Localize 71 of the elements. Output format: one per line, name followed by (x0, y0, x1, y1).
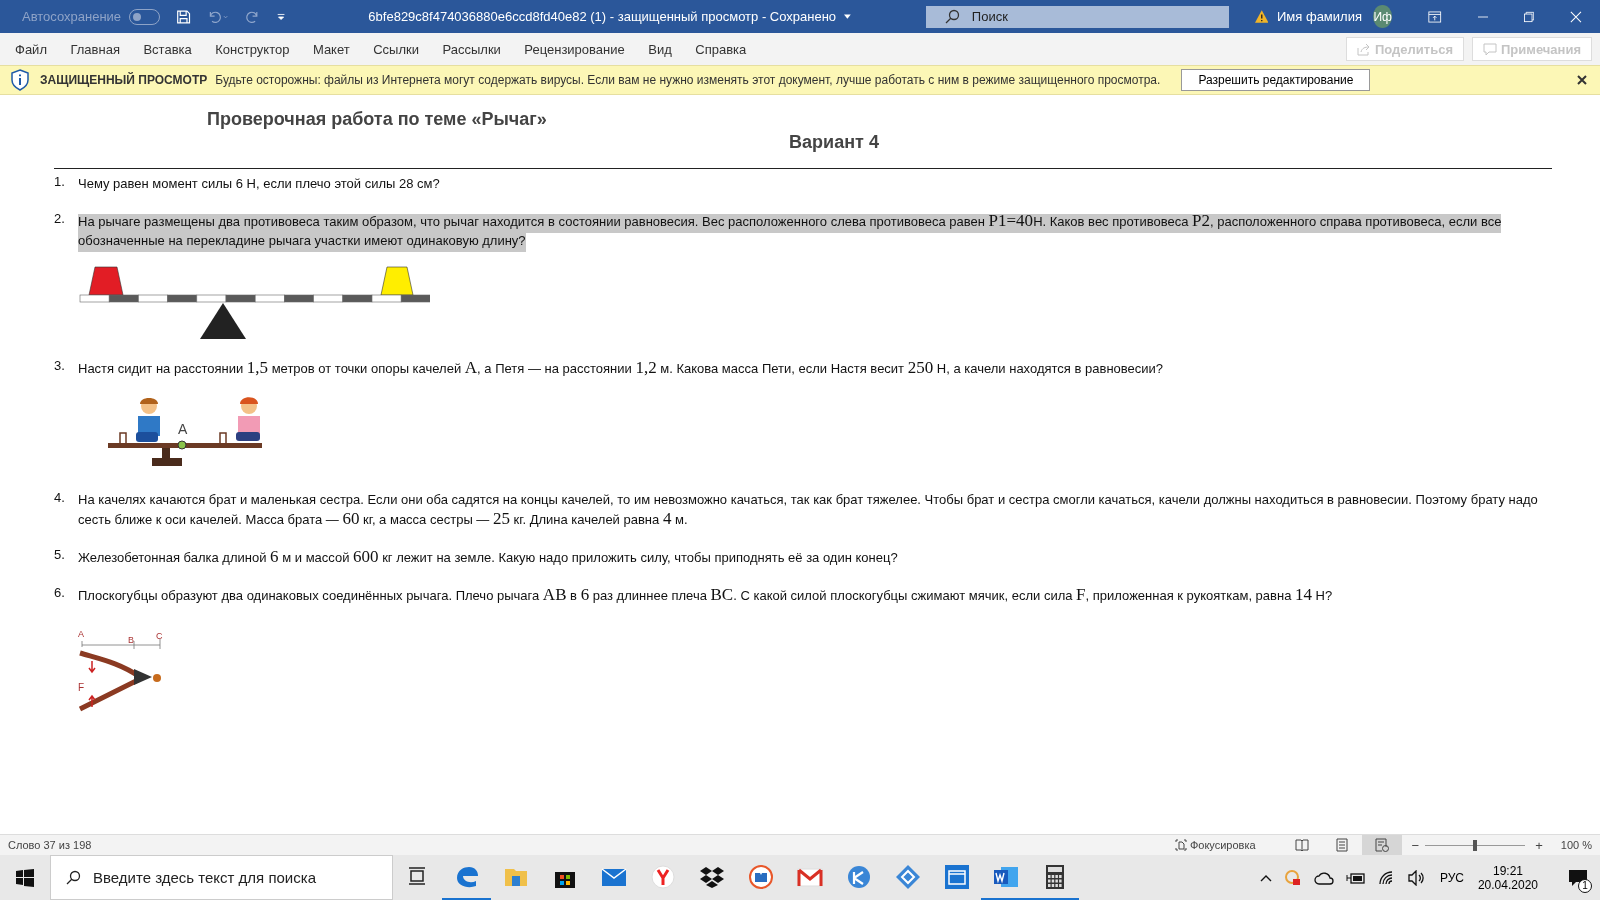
question-number: 4. (54, 490, 66, 507)
restore-icon[interactable] (1524, 10, 1535, 23)
ribbon-tab[interactable]: Вид (638, 37, 682, 61)
question-text: Настя сидит на расстоянии 1,5 метров от точки опоры качелей A, а Петя — на расстоянии 1,2 м. Какова масса Пети, если Настя весит 250 Н, а качели находятся в равновесии? (78, 358, 1165, 378)
question-number: 2. (54, 211, 66, 228)
focus-icon (1174, 839, 1187, 851)
document-subtitle: Вариант 4 (788, 132, 880, 153)
close-icon[interactable] (1577, 75, 1587, 85)
question-number: 5. (54, 547, 66, 564)
ribbon-tab[interactable]: Вставка (133, 37, 202, 61)
ribbon-tab[interactable]: Главная (60, 37, 130, 61)
save-icon[interactable] (175, 7, 192, 26)
document-title: Проверочная работа по теме «Рычаг» (207, 109, 548, 130)
question-number: 1. (54, 174, 66, 191)
notifications-button[interactable]: 1 (1556, 855, 1600, 900)
protected-view-title: ЗАЩИЩЕННЫЙ ПРОСМОТР (40, 73, 208, 87)
ribbon-display-icon[interactable] (1428, 9, 1442, 24)
web-layout-button[interactable] (1361, 835, 1402, 855)
search-field[interactable]: Поиск (925, 5, 1229, 28)
window-title: 6bfe829c8f474036880e6ccd8fd40e82 (1) - защищенный просмотр - Сохранено (368, 9, 837, 24)
zoom-in-button[interactable]: + (1535, 837, 1543, 853)
cloud-icon[interactable] (1313, 870, 1334, 885)
ribbon-tab[interactable]: Рассылки (432, 37, 511, 61)
info-shield-icon (10, 69, 30, 91)
question-text: Плоскогубцы образуют два одинаковых соединённых рычага. Плечо рычага AB в 6 раз длиннее плеча BC. С какой силой плоскогубцы сжимают мячик, если сила F, приложенная к рукояткам, равна 14 Н? (78, 585, 1334, 605)
language-indicator[interactable]: РУС (1439, 870, 1464, 885)
ribbon-tab[interactable]: Рецензирование (514, 37, 635, 61)
speaker-icon[interactable] (1407, 869, 1426, 886)
yandex-icon (649, 863, 676, 890)
book-icon (747, 863, 774, 890)
search-icon (65, 869, 81, 886)
ribbon-tab[interactable]: Файл (5, 37, 57, 61)
ribbon-tab[interactable]: Ссылки (363, 37, 429, 61)
user-name[interactable]: Имя фамилия (1277, 9, 1362, 24)
protected-view-message: Будьте осторожны: файлы из Интернета могут содержать вирусы. Если вам не нужно изменять этот документ, лучше работать с ним в режиме защищенного просмотра. (215, 73, 1161, 87)
ribbon-tab[interactable]: Макет (302, 37, 360, 61)
focus-button[interactable]: Фокусировка (1168, 838, 1262, 852)
page-icon (1335, 838, 1348, 852)
enable-editing-button[interactable]: Разрешить редактирование (1181, 69, 1371, 91)
seesaw-drawing: A (92, 392, 262, 472)
pliers-drawing: A B C F (78, 627, 168, 713)
zoom-out-button[interactable]: − (1411, 837, 1420, 853)
zoom-percent[interactable]: 100 % (1560, 839, 1592, 851)
book-icon (1294, 839, 1309, 851)
warning-icon (1254, 9, 1268, 24)
zoom-slider[interactable] (1425, 839, 1526, 851)
diamond-icon (894, 863, 921, 890)
question-number: 6. (54, 585, 66, 602)
window-icon (943, 863, 970, 890)
security-icon[interactable] (1283, 868, 1302, 887)
question-text: На качелях качаются брат и маленькая сестра. Если они оба садятся на концы качелей, то им невозможно качаться, так как брат тяжелее. Чтобы брат и сестра смогли качаться, качели должны находиться в равновесии. Поэтому брату надо сесть ближе к оси качелей. Масса брата — 60 кг, а масса сестры — 25 кг. Длина качелей равна 4 м. (78, 491, 1539, 529)
web-page-icon (1374, 838, 1389, 852)
share-icon (1356, 42, 1371, 56)
autosave-label: Автосохранение (22, 9, 122, 24)
word-count[interactable]: Слово 37 из 198 (8, 839, 92, 851)
comment-icon (1483, 42, 1497, 56)
question-text: Железобетонная балка длиной 6 м и массой 600 кг лежит на земле. Какую надо приложить силу, чтобы приподнять её за один конец? (78, 547, 899, 567)
start-icon[interactable] (16, 868, 34, 887)
user-avatar[interactable]: Иф (1372, 5, 1393, 28)
ribbon-tab[interactable]: Конструктор (205, 37, 300, 61)
question-number: 3. (54, 358, 66, 375)
notification-icon (1568, 868, 1588, 887)
battery-icon[interactable] (1345, 870, 1366, 885)
caret-icon[interactable] (844, 13, 851, 20)
taskbar-search-field[interactable]: Введите здесь текст для поиска (50, 855, 393, 900)
question-text: Чему равен момент силы 6 Н, если плечо этой силы 28 см? (78, 175, 441, 193)
search-icon (943, 8, 960, 25)
ribbon-tab[interactable]: Справка (685, 37, 757, 61)
chevron-up-icon[interactable] (1259, 873, 1272, 882)
circle-icon (845, 863, 872, 890)
clock[interactable]: 19:21 20.04.2020 (1477, 863, 1538, 892)
